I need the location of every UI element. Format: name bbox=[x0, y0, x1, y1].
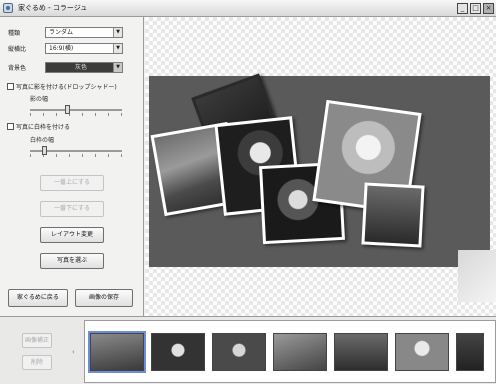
delete-button[interactable]: 削除 bbox=[22, 355, 52, 370]
save-image-button[interactable]: 画像の保存 bbox=[75, 289, 133, 307]
bgcolor-label: 背景色 bbox=[8, 65, 27, 72]
edit-image-button[interactable]: 画像補正 bbox=[22, 333, 52, 348]
frame-check-label: 写真に白枠を付ける bbox=[16, 124, 71, 131]
shadow-width-slider-ticks bbox=[30, 113, 122, 116]
filmstrip-thumb[interactable] bbox=[88, 331, 146, 373]
reselect-photos-button[interactable]: 写真を選ぶ bbox=[40, 253, 104, 269]
canvas-corner bbox=[458, 250, 496, 302]
chevron-down-icon: ▼ bbox=[113, 28, 122, 37]
frame-width-label: 白枠の幅 bbox=[30, 137, 55, 144]
back-to-main-button[interactable]: 家ぐるめに戻る bbox=[8, 289, 68, 307]
bottom-bar: 画像補正 削除 ‹ bbox=[0, 316, 496, 384]
filmstrip-thumb[interactable] bbox=[456, 333, 484, 371]
window-title: 家ぐるめ - コラージュ bbox=[18, 4, 88, 12]
bring-front-button[interactable]: 一番上にする bbox=[40, 175, 104, 191]
filmstrip-thumb[interactable] bbox=[151, 333, 205, 371]
shadow-check-row[interactable]: 写真に影を付ける(ドロップシャドー) bbox=[7, 82, 117, 91]
shadow-width-slider-thumb[interactable] bbox=[64, 105, 70, 114]
filmstrip-thumb[interactable] bbox=[395, 333, 449, 371]
filmstrip-thumb[interactable] bbox=[212, 333, 266, 371]
scroll-left-icon[interactable]: ‹ bbox=[72, 348, 75, 356]
bgcolor-select[interactable]: 灰色 ▼ bbox=[45, 62, 123, 73]
settings-panel: 種類 ランダム ▼ 縦横比 16:9(横) ▼ 背景色 灰色 ▼ 写真に影を付け… bbox=[0, 17, 144, 316]
shadow-width-label: 影の幅 bbox=[30, 96, 49, 103]
layout-change-button[interactable]: レイアウト変更 bbox=[40, 227, 104, 243]
ratio-select-value: 16:9(横) bbox=[49, 45, 74, 52]
photo-filmstrip[interactable] bbox=[84, 320, 496, 383]
frame-check-row[interactable]: 写真に白枠を付ける bbox=[7, 122, 70, 131]
shadow-checkbox[interactable] bbox=[7, 83, 14, 90]
photo-image bbox=[364, 185, 422, 245]
frame-checkbox[interactable] bbox=[7, 123, 14, 130]
type-label: 種類 bbox=[8, 30, 21, 37]
app-icon bbox=[3, 3, 13, 13]
shadow-width-slider-track[interactable] bbox=[30, 109, 122, 111]
type-select[interactable]: ランダム ▼ bbox=[45, 27, 123, 38]
maximize-button[interactable]: □ bbox=[470, 3, 481, 14]
filmstrip-thumb[interactable] bbox=[273, 333, 327, 371]
type-select-value: ランダム bbox=[49, 29, 74, 36]
close-button[interactable]: × bbox=[483, 3, 494, 14]
title-bar: 家ぐるめ - コラージュ _ □ × bbox=[0, 0, 496, 17]
chevron-down-icon: ▼ bbox=[113, 44, 122, 53]
bgcolor-select-value: 灰色 bbox=[75, 64, 88, 71]
ratio-select[interactable]: 16:9(横) ▼ bbox=[45, 43, 123, 54]
collage-canvas[interactable] bbox=[145, 17, 496, 316]
ratio-label: 縦横比 bbox=[8, 46, 27, 53]
filmstrip-thumb[interactable] bbox=[334, 333, 388, 371]
frame-width-slider-thumb[interactable] bbox=[41, 146, 47, 155]
minimize-button[interactable]: _ bbox=[457, 3, 468, 14]
collage-photo[interactable] bbox=[361, 182, 425, 248]
collage-background bbox=[149, 73, 490, 267]
chevron-down-icon: ▼ bbox=[113, 63, 122, 72]
send-back-button[interactable]: 一番下にする bbox=[40, 201, 104, 217]
shadow-check-label: 写真に影を付ける(ドロップシャドー) bbox=[16, 84, 117, 91]
